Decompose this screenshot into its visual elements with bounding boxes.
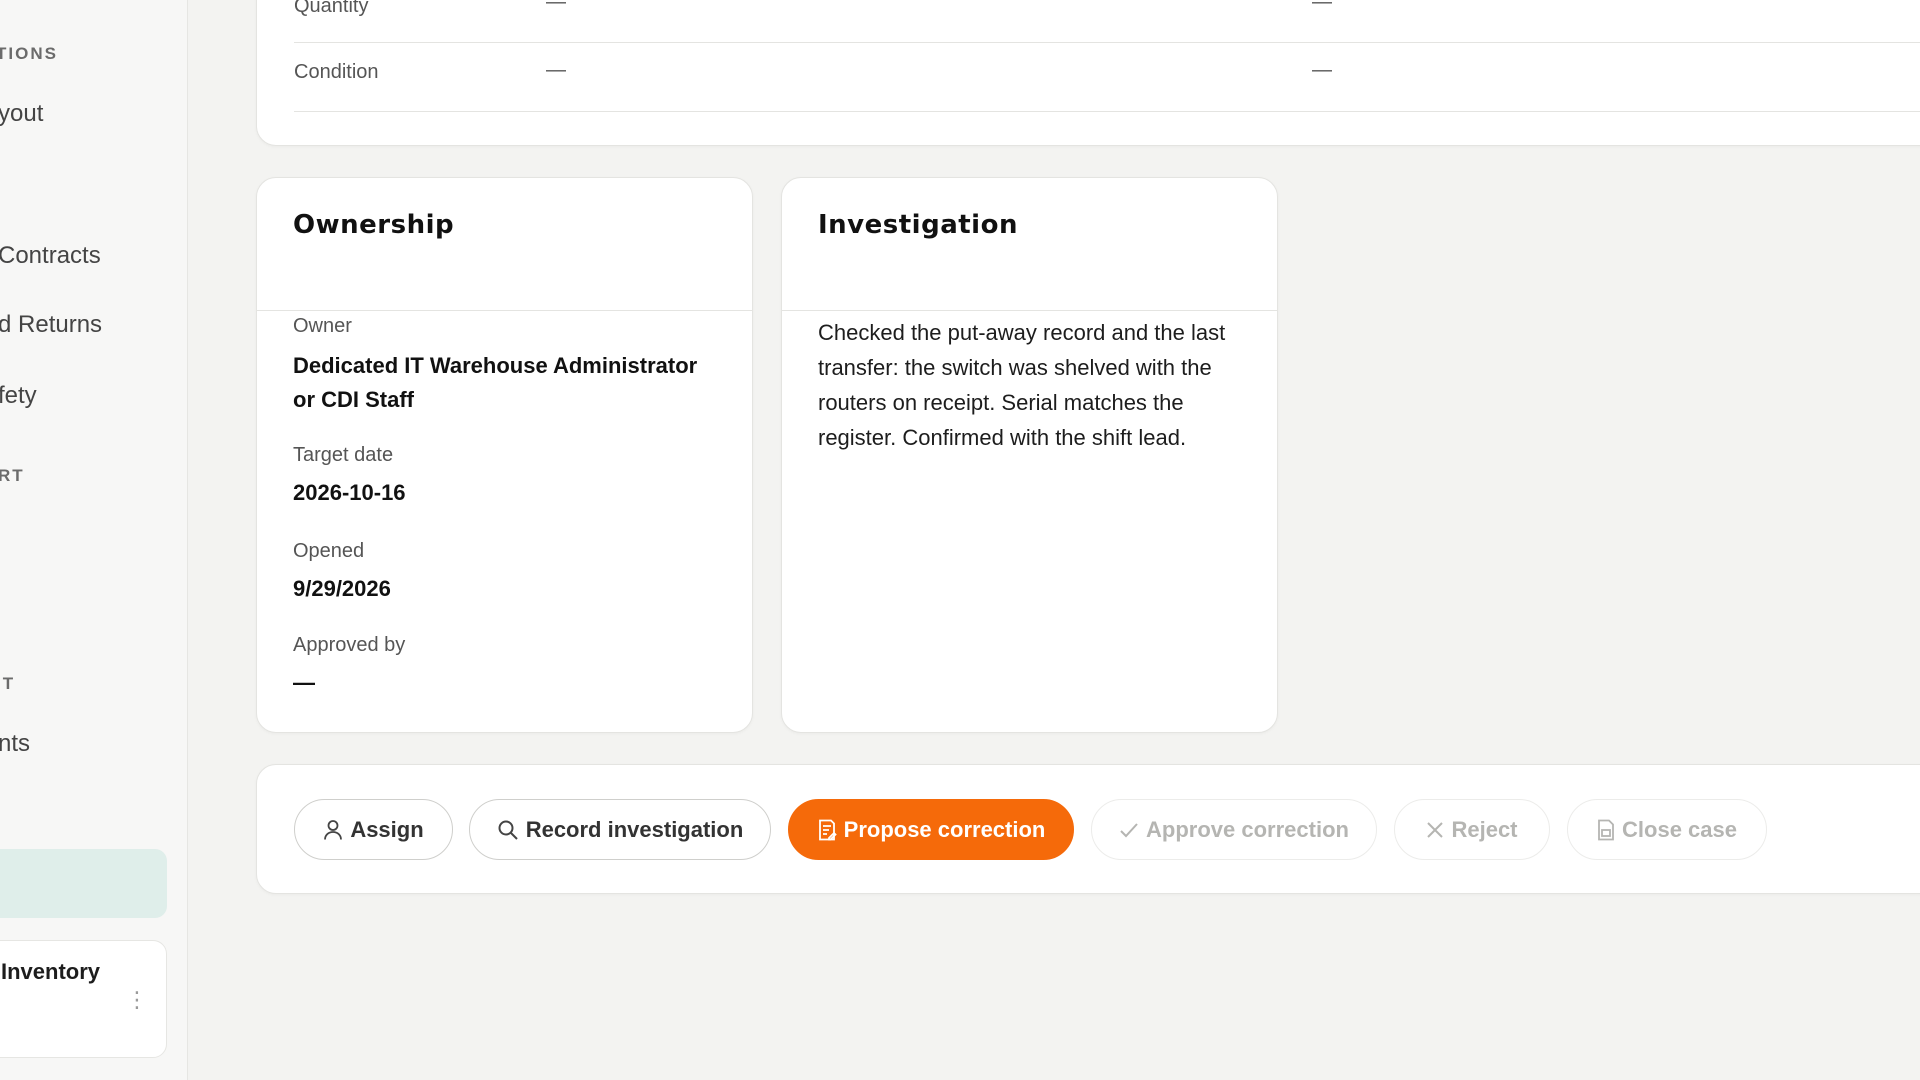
propose-correction-button[interactable]: Propose correction: [788, 799, 1074, 860]
close-case-button[interactable]: Close case: [1567, 799, 1767, 860]
sidebar-item-safety[interactable]: fety: [0, 382, 37, 410]
reject-label: Reject: [1451, 816, 1518, 842]
ownership-title: Ownership: [293, 210, 455, 240]
ownership-header: Ownership: [257, 178, 752, 311]
investigation-notes: Checked the put-away record and the last…: [818, 320, 1226, 450]
approve-correction-label: Approve correction: [1146, 816, 1349, 842]
assign-button[interactable]: Assign: [294, 799, 453, 860]
sidebar-section-report: RT: [0, 466, 25, 485]
sidebar-item-layout[interactable]: yout: [0, 100, 43, 128]
row-label-condition: Condition: [294, 61, 379, 83]
approved-by-value: —: [293, 670, 315, 695]
document-edit-icon: [817, 819, 837, 841]
target-date-value: 2026-10-16: [293, 480, 406, 505]
record-investigation-button[interactable]: Record investigation: [469, 799, 771, 860]
archive-document-icon: [1597, 819, 1615, 841]
sidebar-section-audit: IT: [0, 674, 16, 693]
opened-value: 9/29/2026: [293, 576, 391, 601]
close-icon: [1426, 821, 1444, 839]
approved-by-label: Approved by: [293, 634, 406, 656]
target-date-label: Target date: [293, 444, 394, 466]
owner-label: Owner: [293, 315, 352, 337]
propose-correction-label: Propose correction: [843, 816, 1046, 842]
details-card: Quantity — — Condition — —: [256, 0, 1920, 146]
investigation-card: Investigation Checked the put-away recor…: [781, 177, 1278, 733]
row-divider: [294, 111, 1920, 112]
owner-value: Dedicated IT Warehouse Administrator or …: [293, 353, 698, 412]
sidebar-item-contracts[interactable]: Contracts: [0, 242, 101, 270]
close-case-label: Close case: [1622, 816, 1737, 842]
row-divider: [294, 42, 1920, 43]
user-icon: [323, 819, 343, 841]
investigation-title: Investigation: [818, 210, 1018, 240]
row-before-quantity: —: [546, 0, 566, 13]
sidebar-section-operations: TIONS: [0, 44, 58, 63]
row-label-quantity: Quantity: [294, 0, 369, 17]
opened-label: Opened: [293, 540, 365, 562]
more-options-icon[interactable]: ⋮: [126, 989, 148, 1011]
row-after-quantity: —: [1312, 0, 1332, 13]
action-bar: Assign Record investigation Propose corr…: [256, 764, 1920, 894]
ownership-card: Ownership Owner Dedicated IT Warehouse A…: [256, 177, 753, 733]
sidebar-item-active[interactable]: [0, 849, 167, 918]
row-before-condition: —: [546, 59, 566, 81]
check-icon: [1119, 820, 1139, 840]
sidebar-item-counts[interactable]: nts: [0, 730, 30, 758]
record-investigation-label: Record investigation: [525, 816, 744, 842]
search-icon: [497, 819, 519, 841]
assign-label: Assign: [350, 816, 424, 842]
workspace-title: Inventory: [1, 959, 101, 984]
sidebar-workspace-card[interactable]: Inventory ⋮: [0, 940, 167, 1058]
row-after-condition: —: [1312, 59, 1332, 81]
approve-correction-button[interactable]: Approve correction: [1091, 799, 1377, 860]
investigation-header: Investigation: [782, 178, 1277, 311]
reject-button[interactable]: Reject: [1394, 799, 1550, 860]
sidebar-item-returns[interactable]: d Returns: [0, 311, 102, 339]
sidebar: TIONS yout Contracts d Returns fety RT I…: [0, 0, 188, 1080]
